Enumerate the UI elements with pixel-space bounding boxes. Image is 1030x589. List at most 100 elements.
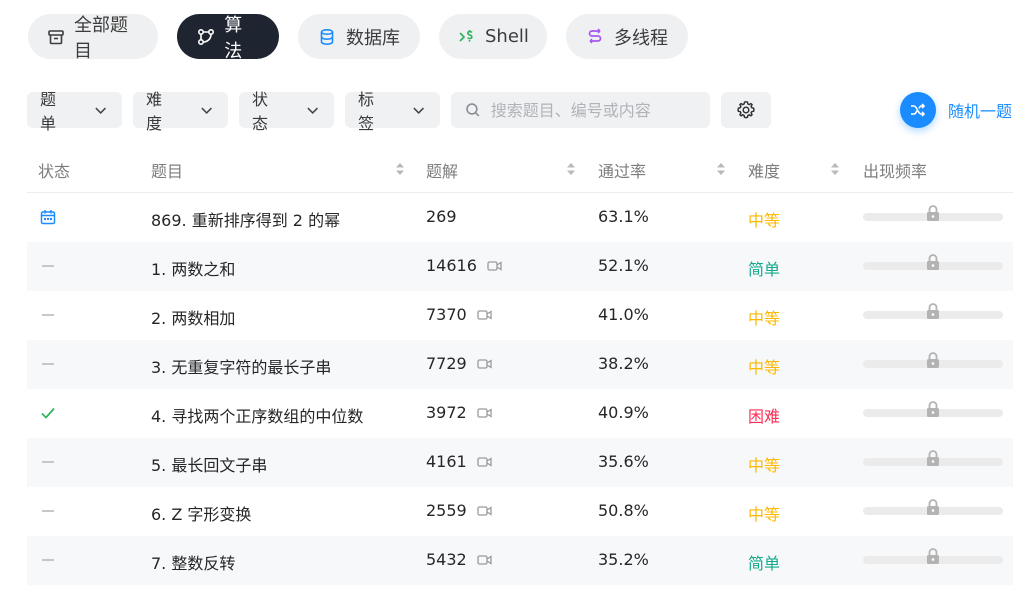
random-label: 随机一题: [948, 102, 1013, 121]
sort-icon[interactable]: [830, 162, 840, 176]
difficulty-dropdown[interactable]: 难度: [133, 90, 228, 133]
difficulty-label: 简单: [748, 260, 781, 279]
frequency-bar: [863, 254, 1003, 270]
table-row[interactable]: 5. 最长回文子串 4161 35.6% 中等: [27, 438, 1013, 487]
check-icon: [39, 404, 57, 422]
tab-label: 多线程: [614, 27, 668, 49]
tab-concurrency[interactable]: 多线程: [566, 14, 688, 59]
solutions-cell[interactable]: 7370: [426, 305, 492, 324]
tab-label: 算法: [224, 14, 243, 62]
header-status: 状态: [38, 162, 71, 181]
video-icon: [487, 261, 502, 271]
difficulty-label: 中等: [748, 358, 781, 377]
solutions-cell[interactable]: 7729: [426, 354, 492, 373]
acceptance-rate: 50.8%: [598, 501, 649, 520]
dash-icon: [39, 502, 57, 520]
calendar-icon: [39, 208, 57, 226]
table-body: 869. 重新排序得到 2 的幂 269 63.1% 中等 1. 两数之和 14616 52…: [27, 193, 1013, 585]
search-input[interactable]: [488, 99, 700, 121]
problem-title-link[interactable]: 7. 整数反转: [151, 550, 235, 574]
difficulty-label: 中等: [748, 505, 781, 524]
sort-icon[interactable]: [566, 162, 576, 176]
tab-shell[interactable]: Shell: [439, 14, 547, 59]
table-row[interactable]: 7. 整数反转 5432 35.2% 简单: [27, 536, 1013, 585]
video-icon: [477, 408, 492, 418]
problem-title-link[interactable]: 3. 无重复字符的最长子串: [151, 354, 331, 378]
header-solutions[interactable]: 题解: [426, 158, 458, 182]
solutions-count: 7729: [426, 354, 467, 373]
solutions-cell[interactable]: 269: [426, 207, 457, 226]
frequency-bar: [863, 205, 1003, 221]
header-title[interactable]: 题目: [151, 158, 183, 182]
dash-icon: [39, 551, 57, 569]
video-icon: [477, 555, 492, 565]
solutions-cell[interactable]: 14616: [426, 256, 502, 275]
problem-table: 状态 题目 题解 通过率 难度 出现频率 869. 重新排序得到 2 的幂 269…: [27, 146, 1013, 585]
solutions-count: 7370: [426, 305, 467, 324]
shell-icon: [458, 27, 476, 47]
chevron-down-icon: [307, 107, 318, 114]
chevron-down-icon: [201, 107, 212, 114]
table-row[interactable]: 6. Z 字形变换 2559 50.8% 中等: [27, 487, 1013, 536]
tab-label: 全部题目: [74, 14, 128, 62]
problem-title-link[interactable]: 2. 两数相加: [151, 305, 235, 329]
table-row[interactable]: 3. 无重复字符的最长子串 7729 38.2% 中等: [27, 340, 1013, 389]
solutions-count: 3972: [426, 403, 467, 422]
solutions-count: 269: [426, 207, 457, 226]
settings-button[interactable]: [721, 92, 771, 128]
tags-dropdown[interactable]: 标签: [345, 90, 440, 133]
solutions-count: 4161: [426, 452, 467, 471]
solutions-cell[interactable]: 3972: [426, 403, 492, 422]
problem-list-dropdown[interactable]: 题单: [27, 90, 122, 133]
algorithm-icon: [196, 27, 215, 47]
acceptance-rate: 35.6%: [598, 452, 649, 471]
solutions-cell[interactable]: 5432: [426, 550, 492, 569]
solutions-count: 14616: [426, 256, 477, 275]
lock-icon: [927, 499, 939, 515]
frequency-bar: [863, 401, 1003, 417]
acceptance-rate: 35.2%: [598, 550, 649, 569]
tab-all-problems[interactable]: 全部题目: [28, 14, 158, 62]
search-box: [451, 92, 710, 128]
table-row[interactable]: 4. 寻找两个正序数组的中位数 3972 40.9% 困难: [27, 389, 1013, 438]
category-tabs: 全部题目 算法 数据库 Shell 多线程: [28, 14, 688, 62]
lock-icon: [927, 303, 939, 319]
problem-title-link[interactable]: 1. 两数之和: [151, 256, 235, 280]
sort-icon[interactable]: [716, 162, 726, 176]
gear-icon: [737, 101, 755, 119]
lock-icon: [927, 450, 939, 466]
dash-icon: [39, 453, 57, 471]
dash-icon: [39, 257, 57, 275]
difficulty-label: 中等: [748, 456, 781, 475]
frequency-bar: [863, 303, 1003, 319]
table-row[interactable]: 869. 重新排序得到 2 的幂 269 63.1% 中等: [27, 193, 1013, 242]
problem-title-link[interactable]: 869. 重新排序得到 2 的幂: [151, 207, 340, 231]
table-row[interactable]: 1. 两数之和 14616 52.1% 简单: [27, 242, 1013, 291]
problem-title-link[interactable]: 6. Z 字形变换: [151, 501, 251, 525]
solutions-cell[interactable]: 4161: [426, 452, 492, 471]
sort-icon[interactable]: [395, 162, 405, 176]
random-problem-button[interactable]: 随机一题: [900, 92, 1012, 128]
video-icon: [477, 310, 492, 320]
solutions-cell[interactable]: 2559: [426, 501, 492, 520]
frequency-bar: [863, 499, 1003, 515]
solutions-count: 2559: [426, 501, 467, 520]
tab-algorithms[interactable]: 算法: [177, 14, 279, 62]
difficulty-label: 简单: [748, 554, 781, 573]
difficulty-label: 中等: [748, 211, 781, 230]
problem-title-link[interactable]: 5. 最长回文子串: [151, 452, 267, 476]
frequency-bar: [863, 548, 1003, 564]
video-icon: [477, 359, 492, 369]
table-header: 状态 题目 题解 通过率 难度 出现频率: [27, 146, 1013, 193]
acceptance-rate: 63.1%: [598, 207, 649, 226]
tab-database[interactable]: 数据库: [298, 14, 420, 59]
header-acceptance[interactable]: 通过率: [598, 158, 646, 182]
dash-icon: [39, 355, 57, 373]
table-row[interactable]: 2. 两数相加 7370 41.0% 中等: [27, 291, 1013, 340]
problem-title-link[interactable]: 4. 寻找两个正序数组的中位数: [151, 403, 363, 427]
header-difficulty[interactable]: 难度: [748, 158, 780, 182]
acceptance-rate: 38.2%: [598, 354, 649, 373]
status-dropdown[interactable]: 状态: [239, 90, 334, 133]
tab-label: Shell: [485, 26, 529, 47]
acceptance-rate: 41.0%: [598, 305, 649, 324]
